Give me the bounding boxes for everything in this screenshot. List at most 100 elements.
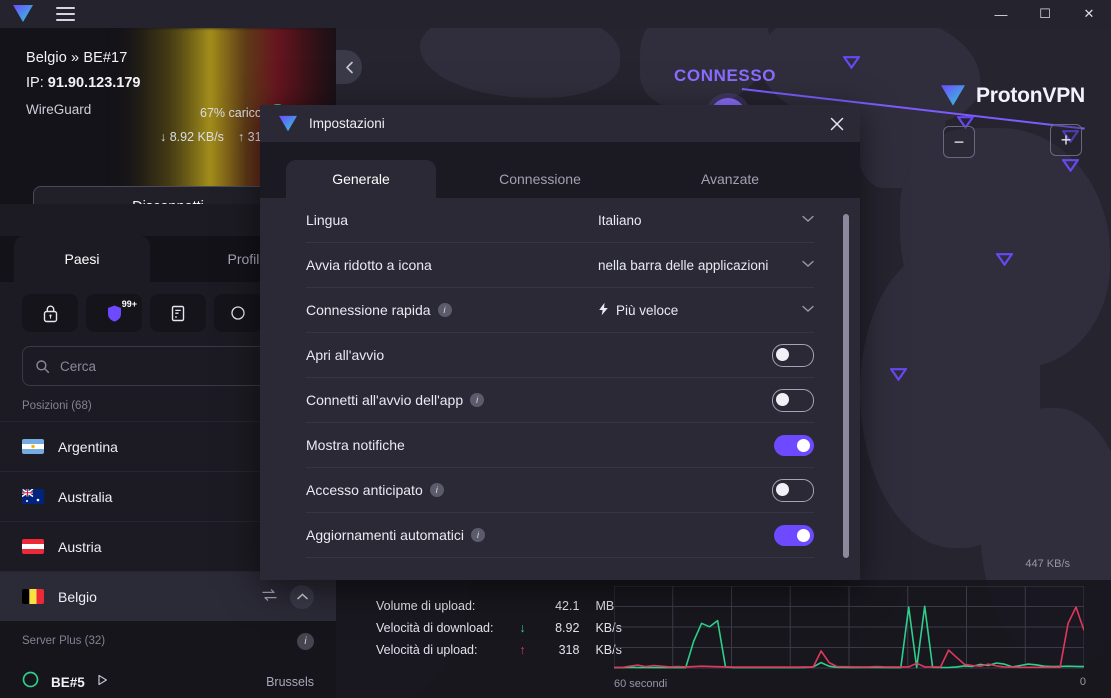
chart-y-min-label: 0 bbox=[1079, 676, 1086, 688]
info-icon[interactable]: i bbox=[437, 303, 452, 317]
dialog-title-bar: Impostazioni bbox=[260, 105, 860, 142]
server-group-label: Server Plus (32) bbox=[22, 635, 106, 647]
tab-generale[interactable]: Generale bbox=[286, 160, 436, 198]
connessione-rapida-select[interactable]: Più veloce bbox=[598, 302, 814, 319]
chevron-left-icon bbox=[345, 61, 353, 73]
table-row: Velocità di upload: ↑ 318 KB/s bbox=[376, 640, 622, 660]
chart-y-max-label: 447 KB/s bbox=[1025, 558, 1070, 570]
maximize-button[interactable]: ☐ bbox=[1023, 0, 1067, 28]
server-marker-icon[interactable] bbox=[1062, 159, 1079, 172]
chevron-up-icon[interactable] bbox=[290, 584, 314, 609]
ip-value: 91.90.123.179 bbox=[47, 75, 141, 91]
bolt-icon bbox=[598, 302, 609, 319]
info-icon[interactable]: i bbox=[470, 393, 485, 407]
country-name: Belgio bbox=[58, 588, 97, 605]
lock-icon bbox=[43, 305, 57, 322]
title-bar: — ☐ ✕ bbox=[0, 0, 1111, 28]
setting-label: Lingua bbox=[306, 212, 349, 228]
flag-icon bbox=[22, 489, 44, 504]
server-group-header: Server Plus (32) i bbox=[0, 621, 336, 661]
dialog-body: Lingua Italiano Avvia ridotto a icona ne… bbox=[260, 198, 860, 580]
setting-control bbox=[774, 524, 814, 546]
setting-control: Più veloce bbox=[598, 302, 814, 319]
avvia-ridotto-select[interactable]: nella barra delle applicazioni bbox=[598, 258, 814, 273]
connetti-allavvio-toggle[interactable] bbox=[772, 388, 814, 412]
setting-label-text: Accesso anticipato bbox=[306, 482, 423, 498]
server-marker-icon[interactable] bbox=[996, 253, 1013, 266]
map-zoom-in-button[interactable]: + bbox=[1050, 124, 1082, 156]
info-icon[interactable]: i bbox=[429, 483, 444, 497]
table-row: Velocità di download: ↓ 8.92 KB/s bbox=[376, 618, 622, 638]
country-name: Argentina bbox=[58, 438, 118, 455]
avvia-ridotto-select-value: nella barra delle applicazioni bbox=[598, 257, 769, 273]
close-icon[interactable] bbox=[814, 105, 860, 142]
shield-badge: 99+ bbox=[121, 299, 137, 309]
info-icon[interactable]: i bbox=[470, 528, 485, 542]
load-ring-icon bbox=[22, 671, 39, 693]
server-load-text: 67% carico bbox=[200, 105, 262, 120]
proton-vpn-logo-icon bbox=[279, 115, 297, 131]
brand-vpn: VPN bbox=[1042, 84, 1085, 107]
settings-dialog: Impostazioni Generale Connessione Avanza… bbox=[260, 105, 860, 580]
stat-arrow: ↑ bbox=[519, 643, 526, 657]
stat-label: Volume di upload: bbox=[376, 599, 476, 613]
hamburger-menu-icon[interactable] bbox=[50, 0, 80, 28]
landmass bbox=[420, 28, 620, 98]
setting-label-text: Aggiornamenti automatici bbox=[306, 527, 464, 543]
server-marker-icon[interactable] bbox=[843, 56, 860, 69]
chevron-down-icon bbox=[802, 259, 814, 271]
stat-value: 318 bbox=[558, 643, 580, 657]
connessione-rapida-select-value: Più veloce bbox=[616, 302, 679, 318]
minimize-button[interactable]: — bbox=[979, 0, 1023, 28]
close-button[interactable]: ✕ bbox=[1067, 0, 1111, 28]
accesso-anticipato-toggle[interactable] bbox=[772, 478, 814, 502]
play-icon[interactable] bbox=[97, 673, 108, 691]
lingua-select[interactable]: Italiano bbox=[598, 213, 814, 228]
info-icon[interactable]: i bbox=[297, 632, 314, 650]
server-path: Belgio » BE#17 bbox=[26, 50, 128, 66]
aggiornamenti-automatici-toggle[interactable] bbox=[774, 524, 814, 546]
setting-control bbox=[774, 434, 814, 456]
map-zoom-out-button[interactable]: − bbox=[943, 126, 975, 158]
shield-icon-button[interactable]: 99+ bbox=[86, 294, 142, 332]
brand-proton: Proton bbox=[975, 84, 1043, 107]
mostra-notifiche-toggle[interactable] bbox=[774, 434, 814, 456]
setting-control bbox=[772, 343, 814, 367]
connection-details: Belgio » BE#17 IP: 91.90.123.179 WireGua… bbox=[26, 50, 141, 117]
ip-label: IP: bbox=[26, 75, 44, 91]
apri-allavvio-toggle[interactable] bbox=[772, 343, 814, 367]
setting-label-text: Connessione rapida bbox=[306, 302, 431, 318]
setting-row-accesso-anticipato: Accesso anticipato i bbox=[306, 468, 814, 513]
stats-table: Volume di upload: 42.1 MB Velocità di do… bbox=[374, 594, 624, 662]
extra-icon bbox=[231, 306, 245, 320]
swap-icon[interactable] bbox=[261, 588, 278, 605]
dialog-scrollbar[interactable] bbox=[843, 214, 849, 558]
stats-panel: Volume di upload: 42.1 MB Velocità di do… bbox=[336, 558, 1111, 698]
flag-icon bbox=[22, 539, 44, 554]
setting-label: Aggiornamenti automatici i bbox=[306, 527, 485, 543]
protocol-label: WireGuard bbox=[26, 102, 92, 117]
lock-icon-button[interactable] bbox=[22, 294, 78, 332]
note-icon-button[interactable] bbox=[150, 294, 206, 332]
setting-row-apri-allavvio: Apri all'avvio bbox=[306, 333, 814, 378]
download-speed-group: ↓ 8.92 KB/s bbox=[160, 130, 224, 144]
setting-label: Mostra notifiche bbox=[306, 437, 405, 453]
download-speed-value: 8.92 KB/s bbox=[169, 130, 224, 144]
tab-paesi[interactable]: Paesi bbox=[14, 236, 150, 282]
download-arrow-icon: ↓ bbox=[160, 130, 167, 144]
lingua-select-value: Italiano bbox=[598, 212, 642, 228]
brand-logo: ProtonVPN bbox=[939, 84, 1085, 108]
setting-label: Connetti all'avvio dell'app i bbox=[306, 392, 485, 408]
ip-address-row: IP: 91.90.123.179 bbox=[26, 75, 141, 91]
dialog-tab-strip bbox=[260, 142, 860, 160]
chevron-down-icon bbox=[802, 304, 814, 316]
tab-connessione[interactable]: Connessione bbox=[455, 160, 625, 198]
extra-icon-button[interactable] bbox=[214, 294, 262, 332]
server-marker-icon[interactable] bbox=[890, 368, 907, 381]
brand-name: ProtonVPN bbox=[976, 84, 1085, 108]
server-name: BE#5 bbox=[51, 674, 85, 690]
list-item[interactable]: BE#5 Brussels bbox=[0, 661, 336, 698]
proton-vpn-logo-icon bbox=[940, 85, 965, 106]
tab-avanzate[interactable]: Avanzate bbox=[660, 160, 800, 198]
window-controls: — ☐ ✕ bbox=[979, 0, 1111, 28]
